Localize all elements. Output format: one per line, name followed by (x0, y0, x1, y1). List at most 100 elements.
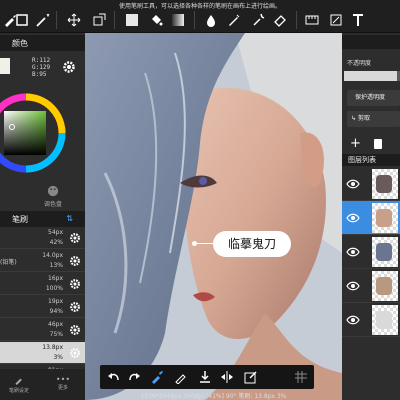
brush-opacity: 75% (49, 331, 63, 338)
brush-size: 14.0px (42, 252, 63, 259)
eye-icon[interactable] (346, 246, 360, 258)
brush-size: 46px (48, 321, 63, 328)
flip-icon[interactable] (220, 370, 234, 384)
brush-icon (15, 378, 22, 385)
pen-icon[interactable] (226, 12, 242, 28)
eye-icon[interactable] (346, 280, 360, 292)
layer-list-title: 图层列表 (348, 156, 376, 164)
clip-label: 剪取 (357, 115, 370, 122)
smudge-icon[interactable] (250, 12, 266, 28)
opacity-label: 不透明度 (347, 60, 372, 67)
brush-panel-header: 笔刷 ⇅ (0, 211, 85, 227)
layer-thumbnail (372, 305, 398, 335)
fill-down-icon[interactable] (198, 370, 212, 384)
layer-row[interactable] (342, 303, 400, 337)
color-wheel[interactable] (0, 83, 70, 183)
eye-icon[interactable] (346, 314, 360, 326)
layer-thumbnail (372, 271, 398, 301)
layer-thumbnail (372, 237, 398, 267)
current-color-swatch[interactable] (0, 58, 10, 74)
annotation-dot (192, 241, 197, 246)
brush-size: 13.8px (42, 344, 63, 351)
layer-panel-header (342, 35, 400, 49)
rgb-readout: R:112 G:129 B:95 (32, 57, 50, 78)
brush-item[interactable]: 13.8px 3% (0, 342, 85, 364)
brush-opacity: 13% (49, 262, 63, 269)
palette-icon (47, 185, 59, 197)
gear-icon[interactable] (69, 347, 81, 359)
layer-actions: + (342, 134, 400, 154)
fill-color-icon[interactable] (124, 12, 140, 28)
layer-row[interactable] (342, 269, 400, 303)
brush-opacity: 3% (53, 354, 63, 361)
text-icon[interactable] (350, 12, 366, 28)
tool-hint: 使用笔刷工具，可以选择各种各样的笔刷在画布上进行绘画。 (118, 3, 281, 10)
magic-wand-icon[interactable] (35, 12, 51, 28)
undo-icon[interactable] (106, 370, 120, 384)
layer-row[interactable] (342, 167, 400, 201)
canvas-status: 1536*2048px 350dpi [41%] 90° 笔刷: 13.8px … (140, 393, 287, 400)
gear-icon[interactable] (69, 255, 81, 267)
top-toolbar: 使用笔刷工具，可以选择各种各样的笔刷在画布上进行绘画。 (0, 0, 400, 33)
eraser-icon[interactable] (272, 12, 288, 28)
right-panel: 不透明度 保护透明度 ↳ 剪取 + 图层列表 (342, 33, 400, 400)
move-icon[interactable] (66, 12, 82, 28)
clip-button[interactable]: ↳ 剪取 (347, 111, 400, 127)
eyedropper-icon[interactable] (174, 370, 188, 385)
redo-icon[interactable] (128, 370, 142, 384)
bottom-toolbar (100, 365, 314, 389)
delete-layer-icon[interactable] (374, 139, 382, 149)
add-layer-icon[interactable]: + (350, 136, 361, 151)
brush-item[interactable]: 46px 75% (0, 319, 85, 341)
brush-item[interactable]: 16px 100% (0, 273, 85, 295)
layer-row[interactable] (342, 235, 400, 269)
eye-icon[interactable] (346, 212, 360, 224)
protect-alpha-button[interactable]: 保护透明度 (347, 90, 400, 106)
brush-settings-button[interactable]: 笔刷设定 (4, 375, 34, 394)
brush-size: 19px (48, 298, 63, 305)
brush-item[interactable]: 19px 94% (0, 296, 85, 318)
color-panel-title: 颜色 (12, 39, 28, 48)
layer-thumbnail (372, 169, 398, 199)
brush-opacity: 100% (45, 285, 63, 292)
gear-icon[interactable] (69, 324, 81, 336)
eye-icon[interactable] (346, 178, 360, 190)
portrait-painting (85, 33, 342, 400)
brush-item[interactable]: 54px 42% (0, 227, 85, 249)
bucket-icon[interactable] (148, 12, 164, 28)
brush-mode-icon[interactable] (150, 370, 164, 384)
painting-canvas[interactable] (85, 33, 342, 400)
gradient-icon[interactable] (170, 12, 186, 28)
ruler-icon[interactable] (304, 12, 320, 28)
more-label: 更多 (57, 385, 68, 391)
rgb-r: R:112 (32, 57, 51, 64)
opacity-slider[interactable] (344, 71, 400, 81)
palette-button[interactable]: 调色盘 (38, 185, 68, 208)
brush-opacity: 94% (49, 308, 63, 315)
sort-icon[interactable]: ⇅ (66, 214, 73, 223)
more-button[interactable]: ••• 更多 (48, 375, 78, 391)
left-bottom-bar: 笔刷设定 ••• 更多 (0, 369, 85, 400)
selection-rect-icon[interactable] (14, 12, 30, 28)
opacity-fill (344, 71, 398, 81)
gear-icon[interactable] (62, 60, 76, 74)
rgb-g: G:129 (32, 64, 51, 71)
layer-thumbnail (372, 203, 398, 233)
annotation-bubble: 临摹鬼刀 (213, 231, 291, 257)
layer-list-header: 图层列表 (342, 154, 400, 166)
brush-size: 16px (48, 275, 63, 282)
gear-icon[interactable] (69, 278, 81, 290)
transform-icon[interactable] (91, 12, 107, 28)
brush-panel-title: 笔刷 (12, 215, 28, 224)
grid-icon[interactable] (294, 370, 308, 384)
rotate-icon[interactable] (328, 12, 344, 28)
brush-item[interactable]: 14.0px 13% (铅笔) (0, 250, 85, 272)
more-icon: ••• (55, 375, 71, 384)
edit-icon[interactable] (244, 370, 258, 384)
rgb-b: B:95 (32, 71, 47, 78)
blur-icon[interactable] (203, 12, 219, 28)
gear-icon[interactable] (69, 232, 81, 244)
gear-icon[interactable] (69, 301, 81, 313)
clip-icon: ↳ (351, 115, 358, 122)
layer-row[interactable] (342, 201, 400, 235)
